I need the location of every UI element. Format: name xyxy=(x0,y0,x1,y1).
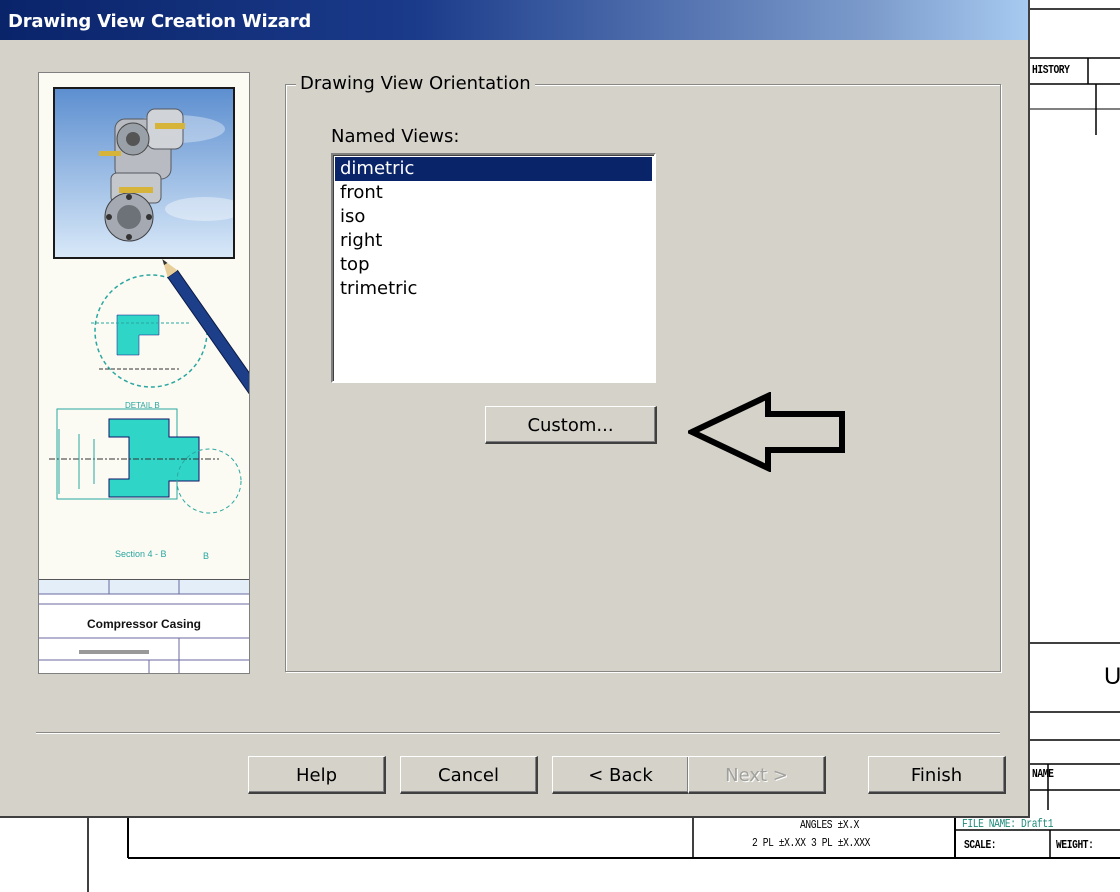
titleblock-title: Compressor Casing xyxy=(86,617,202,631)
decimal-tolerance: 2 PL ±X.XX 3 PL ±X.XXX xyxy=(752,836,870,850)
section-label: Section 4 - B xyxy=(115,549,167,559)
footer-separator xyxy=(36,732,1000,734)
scale-label: SCALE: xyxy=(964,838,997,852)
back-button[interactable]: < Back xyxy=(552,756,690,794)
sheet-letter-u: U xyxy=(1104,663,1120,690)
detail-label: DETAIL B xyxy=(125,401,160,410)
list-item[interactable]: iso xyxy=(335,205,652,229)
named-views-list[interactable]: dimetric front iso right top trimetric xyxy=(331,153,656,383)
section-drawing-graphic xyxy=(49,259,249,514)
angles-tolerance: ANGLES ±X.X xyxy=(800,818,859,832)
compressor-render-image xyxy=(53,87,235,259)
name-label: NAME xyxy=(1032,767,1054,781)
list-item[interactable]: front xyxy=(335,181,652,205)
weight-label: WEIGHT: xyxy=(1056,838,1094,852)
list-item[interactable]: trimetric xyxy=(335,277,652,301)
list-item[interactable]: top xyxy=(335,253,652,277)
file-name-label: FILE NAME: Draft1 xyxy=(962,817,1054,831)
help-button[interactable]: Help xyxy=(248,756,386,794)
list-item[interactable]: right xyxy=(335,229,652,253)
next-button[interactable]: Next > xyxy=(688,756,826,794)
finish-button[interactable]: Finish xyxy=(868,756,1006,794)
section-letter: B xyxy=(203,551,210,561)
mini-title-block: Compressor Casing xyxy=(39,579,249,673)
window-title: Drawing View Creation Wizard xyxy=(8,11,312,32)
list-item[interactable]: dimetric xyxy=(335,157,652,181)
custom-button[interactable]: Custom... xyxy=(485,406,657,444)
wizard-dialog: Drawing View Creation Wizard DETAIL B Se… xyxy=(0,0,1030,818)
wizard-illustration: DETAIL B Section 4 - B B Compressor Casi… xyxy=(38,72,250,674)
history-label: HISTORY xyxy=(1032,63,1070,77)
named-views-label: Named Views: xyxy=(331,126,460,147)
cancel-button[interactable]: Cancel xyxy=(400,756,538,794)
left-arrow-icon xyxy=(688,392,845,472)
groupbox-legend: Drawing View Orientation xyxy=(296,73,535,94)
title-bar[interactable]: Drawing View Creation Wizard xyxy=(0,0,1028,40)
